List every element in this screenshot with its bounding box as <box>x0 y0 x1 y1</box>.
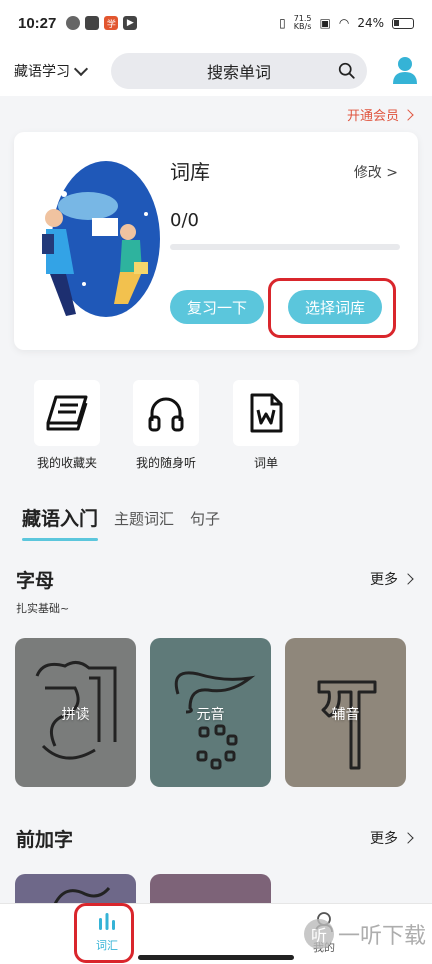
section-title-alphabet: 字母 <box>16 570 55 592</box>
chevron-right-icon <box>402 108 414 121</box>
more-link-alphabet[interactable]: 更多 <box>370 569 414 589</box>
home-indicator <box>138 955 294 960</box>
more-link-prefix[interactable]: 更多 <box>370 828 414 848</box>
chevron-right-icon <box>402 573 414 585</box>
vibrate-icon: ▯ <box>279 16 286 30</box>
tile-vowels[interactable]: 元音 <box>150 638 271 787</box>
language-label: 藏语学习 <box>14 64 70 80</box>
tile-consonants[interactable]: 辅音 <box>285 638 406 787</box>
more-label: 更多 <box>370 572 398 588</box>
modify-link[interactable]: 修改 > <box>354 162 398 182</box>
language-selector[interactable]: 藏语学习 <box>14 61 89 81</box>
open-membership-link[interactable]: 开通会员 <box>346 105 414 124</box>
favorites-label: 我的收藏夹 <box>36 456 97 470</box>
wifi-icon: ◠ <box>338 16 350 30</box>
category-tabs: 藏语入门 主题词汇 句子 <box>22 504 220 541</box>
study-illustration <box>42 161 160 317</box>
watermark-text: 一听下载 <box>337 924 426 949</box>
chevron-right-icon <box>402 832 414 844</box>
battery-percent: 24% <box>357 16 384 30</box>
progress-bar <box>170 244 400 250</box>
watermark: 听 一听下载 <box>303 918 426 950</box>
highlight-box <box>268 278 396 338</box>
headphones-icon <box>148 397 184 432</box>
watermark-logo: 听 <box>303 919 334 949</box>
app-header: 藏语学习 搜索单词 <box>0 46 432 96</box>
search-bar[interactable]: 搜索单词 <box>111 53 367 89</box>
tile-label: 元音 <box>196 707 225 723</box>
tile-label: 拼读 <box>61 707 90 723</box>
chevron-down-icon <box>73 61 89 76</box>
progress-count: 0/0 <box>170 210 199 231</box>
app-icon: 学 <box>104 16 119 30</box>
user-profile-icon[interactable] <box>392 56 418 84</box>
word-bank-title: 词库 <box>170 160 210 184</box>
play-icon: ▶ <box>123 16 138 30</box>
search-icon <box>338 62 355 79</box>
wordlist-icon-box <box>233 380 299 446</box>
more-label: 更多 <box>370 831 398 847</box>
tile-spelling[interactable]: 拼读 <box>15 638 136 787</box>
quick-action-favorites[interactable]: 我的收藏夹 <box>27 380 107 471</box>
quick-action-wordlist[interactable]: 词单 <box>226 380 306 471</box>
section-subtitle-alphabet: 扎实基础~ <box>16 602 70 615</box>
net-speed-unit: KB/s <box>293 22 312 31</box>
cloud-icon <box>66 16 81 30</box>
review-button[interactable]: 复习一下 <box>170 290 264 324</box>
tab-sentences[interactable]: 句子 <box>190 508 220 537</box>
listen-label: 我的随身听 <box>135 456 196 470</box>
net-speed: 71.5 KB/s <box>294 15 312 31</box>
highlight-box <box>74 903 134 963</box>
favorites-icon-box <box>34 380 100 446</box>
search-placeholder: 搜索单词 <box>206 63 271 82</box>
vip-label: 开通会员 <box>346 109 399 124</box>
mail-icon <box>85 16 100 30</box>
word-bank-card: 词库 修改 > 0/0 复习一下 选择词库 <box>14 132 418 350</box>
section-title-prefix: 前加字 <box>16 829 74 851</box>
quick-action-listen[interactable]: 我的随身听 <box>126 380 206 471</box>
word-document-icon <box>250 393 283 433</box>
wordlist-label: 词单 <box>253 456 278 470</box>
notification-icons: 学 ▶ <box>66 16 138 30</box>
tab-tibetan-intro[interactable]: 藏语入门 <box>22 504 99 541</box>
tab-topic-vocab[interactable]: 主题词汇 <box>114 508 174 537</box>
sim-icon: ▣ <box>319 16 331 30</box>
battery-icon <box>392 17 414 29</box>
tile-label: 辅音 <box>331 707 360 723</box>
book-icon <box>46 395 88 431</box>
status-bar: 10:27 学 ▶ ▯ 71.5 KB/s ▣ ◠ 24% <box>0 0 432 46</box>
listen-icon-box <box>133 380 199 446</box>
status-time: 10:27 <box>18 14 57 32</box>
